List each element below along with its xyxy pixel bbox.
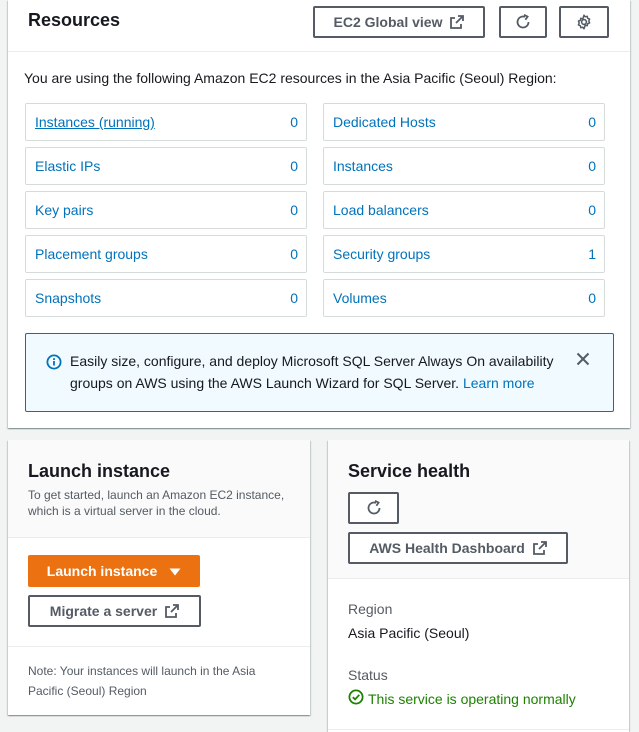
status-text: This service is operating normally <box>368 690 576 707</box>
resource-name[interactable]: Elastic IPs <box>35 158 100 174</box>
resources-description: You are using the following Amazon EC2 r… <box>24 70 557 86</box>
resources-header-divider <box>8 51 630 52</box>
resource-load-balancers[interactable]: Load balancers 0 <box>323 191 605 229</box>
launch-instance-panel: Launch instance To get started, launch a… <box>8 440 310 715</box>
aws-health-dashboard-label: AWS Health Dashboard <box>369 540 525 556</box>
resource-count: 0 <box>290 246 298 262</box>
status-label: Status <box>348 667 388 683</box>
external-link-icon <box>165 604 180 618</box>
launch-region-note: Note: Your instances will launch in the … <box>28 664 256 698</box>
resource-count: 0 <box>588 202 596 218</box>
resource-count: 0 <box>290 290 298 306</box>
resource-name[interactable]: Security groups <box>333 246 430 262</box>
region-value: Asia Pacific (Seoul) <box>348 625 470 641</box>
resource-name[interactable]: Snapshots <box>35 290 101 306</box>
resource-count: 0 <box>290 202 298 218</box>
resource-instances-running[interactable]: Instances (running) 0 <box>25 103 307 141</box>
gear-icon <box>576 14 592 30</box>
info-icon <box>46 354 62 375</box>
resource-count: 0 <box>588 290 596 306</box>
resource-name[interactable]: Load balancers <box>333 202 429 218</box>
resource-name[interactable]: Dedicated Hosts <box>333 114 436 130</box>
status-value: This service is operating normally <box>348 689 576 708</box>
launch-divider <box>8 646 310 647</box>
resource-name[interactable]: Key pairs <box>35 202 93 218</box>
resource-count: 0 <box>290 158 298 174</box>
ec2-global-view-button[interactable]: EC2 Global view <box>313 6 485 38</box>
sql-server-info-alert: Easily size, configure, and deploy Micro… <box>25 333 614 412</box>
refresh-icon <box>366 500 382 516</box>
resource-security-groups[interactable]: Security groups 1 <box>323 235 605 273</box>
resource-count: 0 <box>588 114 596 130</box>
resource-elastic-ips[interactable]: Elastic IPs 0 <box>25 147 307 185</box>
resource-count: 0 <box>588 158 596 174</box>
resource-volumes[interactable]: Volumes 0 <box>323 279 605 317</box>
region-label: Region <box>348 601 393 617</box>
resource-count: 1 <box>588 246 596 262</box>
service-health-header: Service health AWS Health Dashboard <box>328 440 629 579</box>
resource-count: 0 <box>290 114 298 130</box>
resource-placement-groups[interactable]: Placement groups 0 <box>25 235 307 273</box>
resource-name[interactable]: Instances (running) <box>35 114 155 130</box>
resource-name[interactable]: Placement groups <box>35 246 148 262</box>
resource-dedicated-hosts[interactable]: Dedicated Hosts 0 <box>323 103 605 141</box>
ec2-global-view-label: EC2 Global view <box>333 14 443 30</box>
resource-snapshots[interactable]: Snapshots 0 <box>25 279 307 317</box>
external-link-icon <box>532 541 547 555</box>
info-alert-text: Easily size, configure, and deploy Micro… <box>70 350 570 394</box>
launch-instance-header: Launch instance To get started, launch a… <box>8 440 310 538</box>
launch-instance-button-label: Launch instance <box>46 563 158 579</box>
refresh-health-button[interactable] <box>348 492 399 524</box>
resource-key-pairs[interactable]: Key pairs 0 <box>25 191 307 229</box>
resource-name[interactable]: Volumes <box>333 290 387 306</box>
launch-instance-button[interactable]: Launch instance <box>28 555 200 587</box>
caret-down-icon[interactable] <box>169 563 181 579</box>
migrate-server-button[interactable]: Migrate a server <box>28 595 201 627</box>
refresh-icon <box>515 14 531 30</box>
migrate-server-label: Migrate a server <box>49 603 158 619</box>
launch-instance-subtitle: To get started, launch an Amazon EC2 ins… <box>28 488 285 518</box>
service-health-panel: Service health AWS Health Dashboard Regi… <box>328 440 629 732</box>
refresh-resources-button[interactable] <box>499 6 547 38</box>
check-circle-icon <box>348 689 368 708</box>
resource-instances[interactable]: Instances 0 <box>323 147 605 185</box>
aws-health-dashboard-button[interactable]: AWS Health Dashboard <box>348 532 568 564</box>
resource-name[interactable]: Instances <box>333 158 393 174</box>
settings-button[interactable] <box>559 6 609 38</box>
health-bottom-divider <box>328 729 629 730</box>
resources-title: Resources <box>28 10 121 30</box>
resources-panel: Resources EC2 Global view You are using … <box>8 0 630 428</box>
launch-instance-title: Launch instance <box>28 461 171 481</box>
learn-more-link[interactable]: Learn more <box>463 375 535 391</box>
close-icon[interactable] <box>576 352 590 371</box>
external-link-icon <box>450 15 465 29</box>
service-health-title: Service health <box>348 461 471 481</box>
